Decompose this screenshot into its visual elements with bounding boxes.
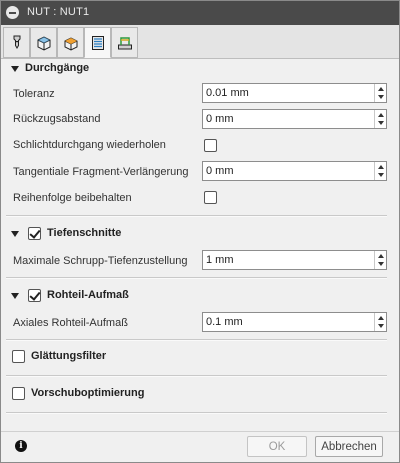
passes-icon [91,35,104,50]
tab-tool[interactable] [3,27,30,58]
rueckzug-field[interactable] [202,109,387,129]
divider [6,339,387,341]
tab-linking[interactable] [111,27,138,58]
linking-icon [117,36,132,49]
section-title: Rohteil-Aufmaß [47,289,129,301]
max-zustellung-field[interactable] [202,250,387,270]
ok-button[interactable]: OK [247,436,307,457]
max-zustellung-input[interactable] [203,251,373,269]
toleranz-input[interactable] [203,84,373,102]
axial-aufmass-label: Axiales Rohteil-Aufmaß [13,317,128,329]
reihenfolge-checkbox[interactable] [204,191,217,204]
heights-icon [64,36,77,51]
axial-aufmass-field[interactable] [202,312,387,332]
tangential-spinner[interactable] [374,162,386,180]
section-glaettung-header[interactable]: Glättungsfilter [1,346,399,366]
divider [6,375,387,377]
caret-down-icon[interactable] [11,231,19,237]
axial-aufmass-spinner[interactable] [374,313,386,331]
axial-aufmass-input[interactable] [203,313,373,331]
tool-icon [13,35,20,49]
tab-geometry[interactable] [30,27,57,58]
collapse-icon[interactable] [6,6,19,19]
tangential-label: Tangentiale Fragment-Verlängerung [13,166,189,178]
settings-panel: Durchgänge Toleranz Rückzugsabstand Schl… [1,59,399,431]
section-tiefenschnitte-header[interactable]: Tiefenschnitte [1,224,399,244]
tangential-input[interactable] [203,162,373,180]
spin-up-icon[interactable] [378,316,384,320]
max-zustellung-label: Maximale Schrupp-Tiefenzustellung [13,255,188,267]
section-vorschub-header[interactable]: Vorschuboptimierung [1,383,399,403]
spin-up-icon[interactable] [378,113,384,117]
schlicht-label: Schlichtdurchgang wiederholen [13,139,166,151]
toleranz-field[interactable] [202,83,387,103]
section-title: Glättungsfilter [31,350,107,362]
caret-down-icon[interactable] [11,66,19,72]
window-title: NUT : NUT1 [27,6,90,18]
spin-down-icon[interactable] [378,324,384,328]
caret-down-icon[interactable] [11,293,19,299]
max-zustellung-spinner[interactable] [374,251,386,269]
spin-up-icon[interactable] [378,165,384,169]
schlicht-checkbox[interactable] [204,139,217,152]
rueckzug-label: Rückzugsabstand [13,113,101,125]
rueckzug-input[interactable] [203,110,373,128]
tab-passes[interactable] [84,27,111,58]
tab-bar [1,25,399,59]
rohteil-checkbox[interactable] [28,289,41,302]
info-icon[interactable]: i [15,440,27,452]
section-durchgaenge-header[interactable]: Durchgänge [1,59,399,79]
title-bar: NUT : NUT1 [1,1,399,25]
spin-down-icon[interactable] [378,121,384,125]
nut-dialog: NUT : NUT1 Durchgänge Toleranz 0.01 mm R… [0,0,400,463]
tangential-field[interactable] [202,161,387,181]
section-rohteil-header[interactable]: Rohteil-Aufmaß [1,286,399,306]
reihenfolge-label: Reihenfolge beibehalten [13,192,132,204]
section-title: Tiefenschnitte [47,227,122,239]
spin-down-icon[interactable] [378,173,384,177]
section-title: Vorschuboptimierung [31,387,145,399]
spin-down-icon[interactable] [378,95,384,99]
divider [6,215,387,217]
spin-down-icon[interactable] [378,262,384,266]
geometry-icon [37,35,50,51]
dialog-footer: i OK Abbrechen [1,431,399,462]
section-title: Durchgänge [25,62,90,74]
toleranz-label: Toleranz [13,88,55,100]
tab-heights[interactable] [57,27,84,58]
toleranz-spinner[interactable] [374,84,386,102]
spin-up-icon[interactable] [378,254,384,258]
cancel-button[interactable]: Abbrechen [315,436,383,457]
vorschub-checkbox[interactable] [12,387,25,400]
glaettung-checkbox[interactable] [12,350,25,363]
rueckzug-spinner[interactable] [374,110,386,128]
divider [6,277,387,279]
divider [6,412,387,414]
spin-up-icon[interactable] [378,87,384,91]
tiefenschnitte-checkbox[interactable] [28,227,41,240]
